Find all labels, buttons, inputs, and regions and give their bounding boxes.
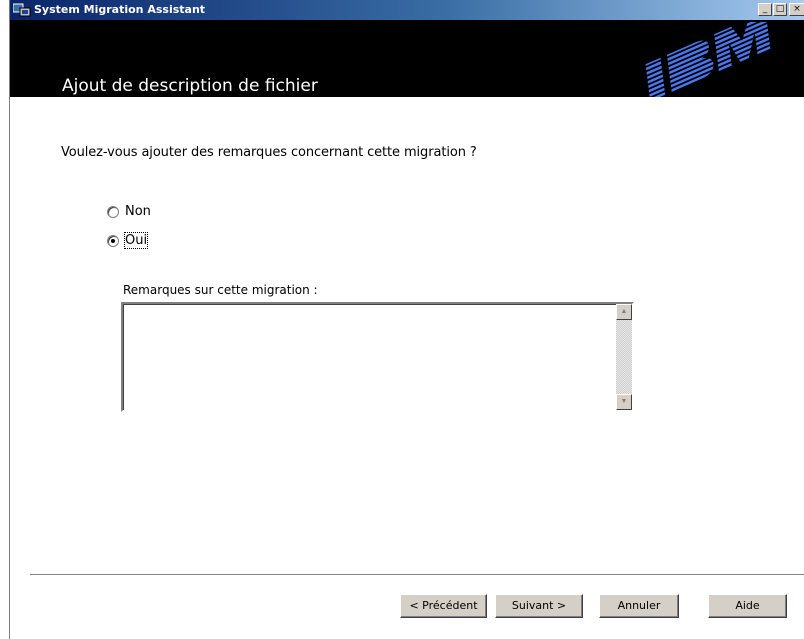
page-title: Ajout de description de fichier	[62, 76, 318, 96]
notes-textarea[interactable]: ▲ ▼	[121, 302, 634, 412]
notes-scrollbar[interactable]: ▲ ▼	[616, 304, 632, 410]
window-title: System Migration Assistant	[34, 3, 206, 16]
question-text: Voulez-vous ajouter des remarques concer…	[61, 145, 477, 160]
wizard-window: System Migration Assistant _ □ × Ajout d…	[9, 0, 804, 639]
minimize-button[interactable]: _	[758, 3, 772, 16]
maximize-button[interactable]: □	[773, 3, 787, 16]
cancel-button[interactable]: Annuler	[599, 594, 679, 618]
footer-separator	[30, 574, 804, 576]
radio-non-label[interactable]: Non	[125, 204, 151, 219]
radio-non[interactable]: Non	[107, 204, 151, 219]
title-bar[interactable]: System Migration Assistant _ □ ×	[10, 0, 804, 20]
next-button[interactable]: Suivant >	[495, 594, 583, 618]
ibm-logo	[640, 20, 800, 97]
radio-oui[interactable]: Oui	[107, 232, 149, 249]
notes-label: Remarques sur cette migration :	[123, 283, 318, 297]
radio-oui-button[interactable]	[107, 234, 119, 247]
radio-oui-label[interactable]: Oui	[123, 232, 149, 249]
close-button[interactable]: ×	[789, 3, 804, 16]
wizard-header: Ajout de description de fichier	[10, 20, 804, 97]
back-button[interactable]: < Précédent	[400, 594, 487, 618]
help-button[interactable]: Aide	[708, 594, 787, 618]
scroll-up-icon[interactable]: ▲	[616, 304, 632, 320]
notes-text[interactable]	[123, 304, 616, 410]
radio-non-button[interactable]	[107, 205, 119, 218]
app-icon[interactable]	[12, 2, 31, 18]
scroll-down-icon[interactable]: ▼	[616, 394, 632, 410]
